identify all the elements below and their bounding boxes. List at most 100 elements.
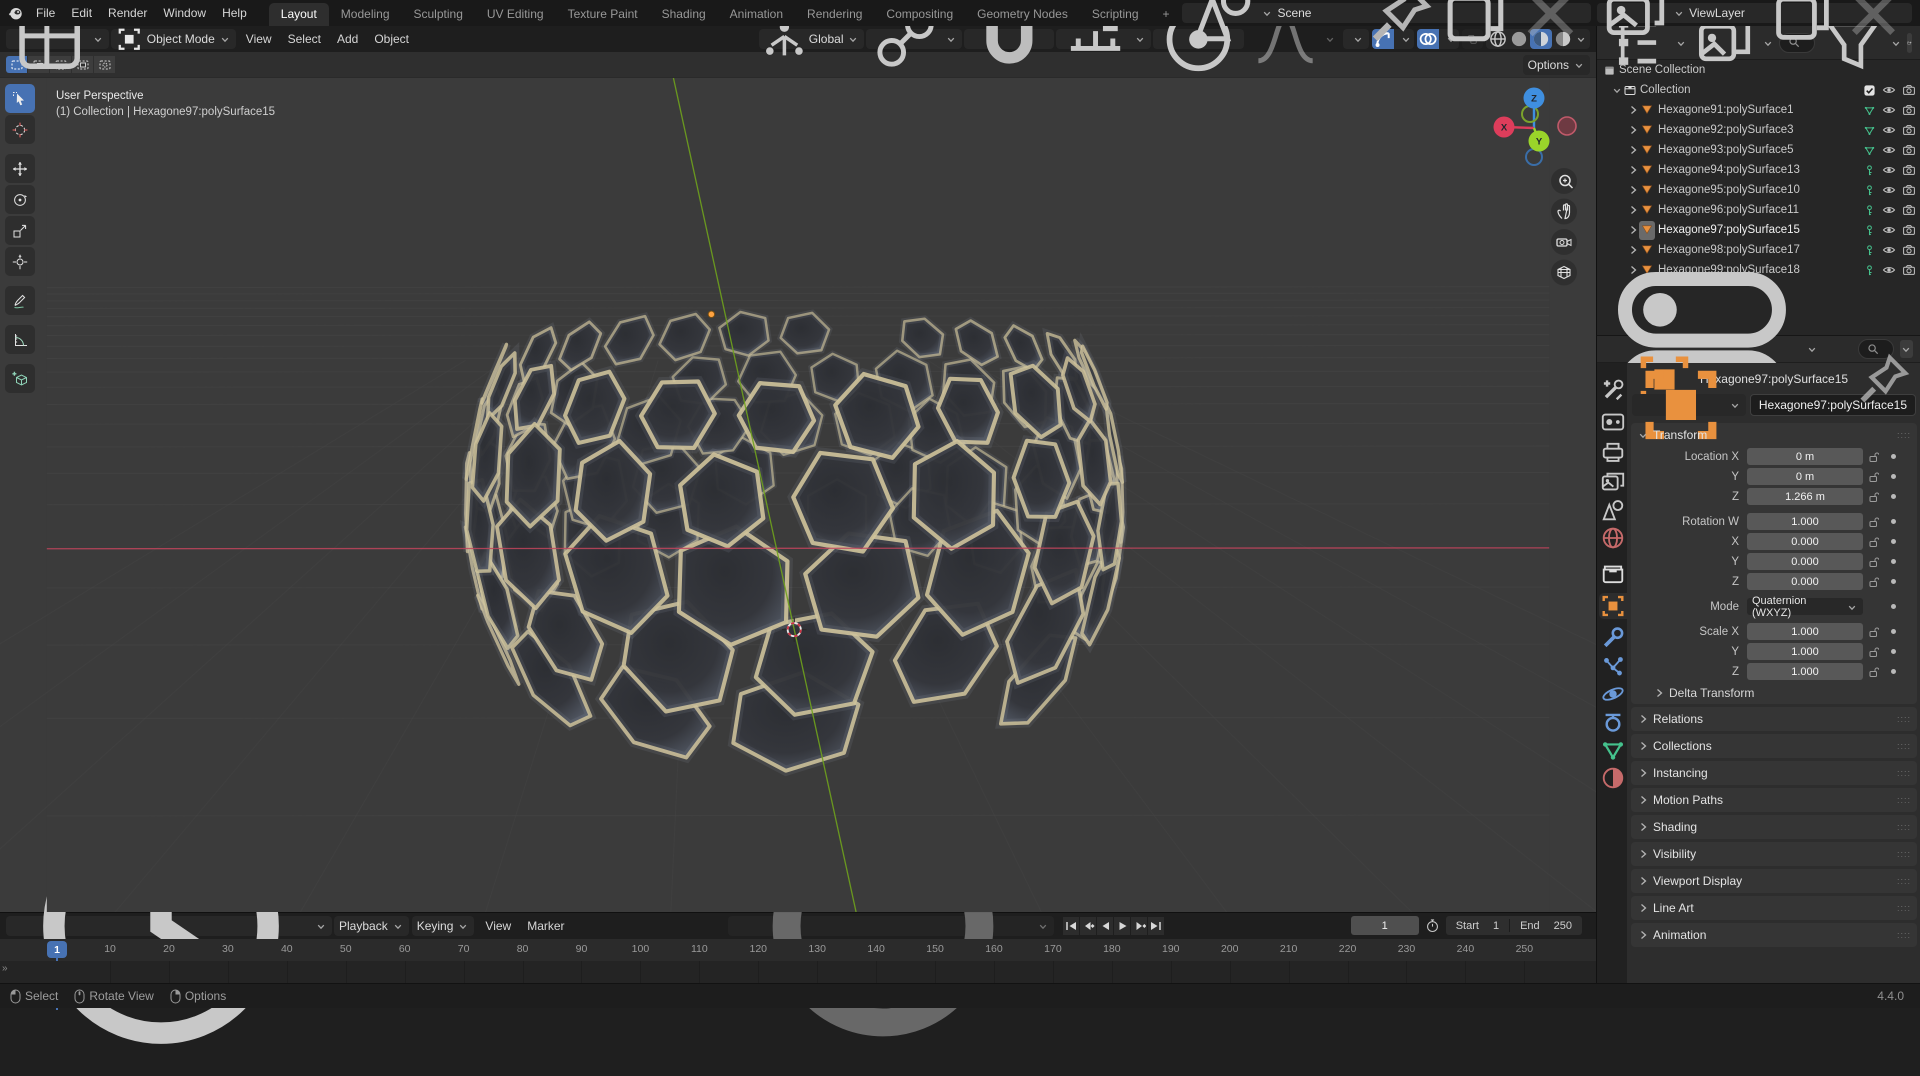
pivot-dropdown[interactable] (866, 29, 961, 49)
unlock-icon[interactable] (1867, 576, 1879, 588)
current-frame-field[interactable]: 1 (1351, 916, 1419, 935)
panel-grip[interactable]: :::: (1897, 741, 1911, 751)
animate-dot[interactable] (1891, 629, 1896, 634)
eye-icon[interactable] (1882, 263, 1896, 277)
camera-icon[interactable] (1902, 83, 1916, 97)
timeline-tracks[interactable]: » (0, 961, 1596, 984)
animate-dot[interactable] (1891, 649, 1896, 654)
animate-dot[interactable] (1891, 604, 1896, 609)
properties-tab-material[interactable] (1599, 765, 1627, 791)
panel-grip[interactable]: :::: (1897, 795, 1911, 805)
tool-rotate-button[interactable] (5, 185, 35, 214)
properties-tab-tool[interactable] (1599, 377, 1627, 403)
properties-tab-object[interactable] (1599, 593, 1627, 619)
tool-transform-button[interactable] (5, 247, 35, 276)
jump-to-end-button[interactable] (1148, 917, 1164, 935)
pin-icon[interactable] (1365, 0, 1436, 48)
tab-compositing[interactable]: Compositing (874, 3, 965, 26)
new-collection-button[interactable] (1907, 33, 1912, 53)
playhead-badge[interactable]: 1 (47, 941, 67, 958)
camera-icon[interactable] (1902, 103, 1916, 117)
eye-icon[interactable] (1882, 183, 1896, 197)
mode-dropdown[interactable]: Object Mode (111, 29, 236, 49)
viewport-menu-select[interactable]: Select (280, 30, 329, 48)
panel-grip[interactable]: :::: (1897, 849, 1911, 859)
play-reverse-button[interactable] (1097, 917, 1113, 935)
duplicate-icon[interactable] (1440, 0, 1511, 48)
tab-texture-paint[interactable]: Texture Paint (556, 3, 650, 26)
tool-select-box-button[interactable] (5, 84, 35, 113)
eye-icon[interactable] (1882, 243, 1896, 257)
menu-window[interactable]: Window (155, 4, 214, 22)
object-name[interactable]: Hexagone91:polySurface1 (1658, 104, 1794, 116)
falloff-dropdown[interactable] (1246, 29, 1341, 49)
panel-header[interactable]: Animation:::: (1631, 923, 1917, 947)
checkbox-checked-icon[interactable] (1863, 84, 1876, 97)
tab-shading[interactable]: Shading (650, 3, 718, 26)
transform-row-value[interactable]: 0 m (1747, 468, 1863, 485)
timeline-menu-view[interactable]: View (477, 917, 519, 935)
panel-grip[interactable]: :::: (1897, 430, 1911, 440)
editor-type-button[interactable] (6, 29, 109, 49)
view-layer-selector[interactable]: ViewLayer (1597, 3, 1912, 23)
panel-grip[interactable]: :::: (1897, 768, 1911, 778)
tool-measure-button[interactable] (5, 325, 35, 354)
panel-header[interactable]: Visibility:::: (1631, 842, 1917, 866)
outliner-row-object[interactable]: Hexagone92:polySurface3 (1597, 120, 1920, 140)
animate-dot[interactable] (1891, 559, 1896, 564)
selected-object-origin[interactable] (708, 311, 714, 317)
panel-grip[interactable]: :::: (1897, 822, 1911, 832)
transform-row-value[interactable]: 1.266 m (1747, 488, 1863, 505)
outliner-row-object[interactable]: Hexagone91:polySurface1 (1597, 100, 1920, 120)
duplicate-icon[interactable] (1769, 0, 1836, 46)
chevron-down-icon[interactable] (1675, 37, 1687, 49)
animate-dot[interactable] (1891, 519, 1896, 524)
navigation-gizmo[interactable]: ZXY (1470, 66, 1596, 306)
chevron-right-icon[interactable] (1627, 224, 1639, 236)
panel-header[interactable]: Motion Paths:::: (1631, 788, 1917, 812)
orthographic-toggle-button[interactable] (1551, 260, 1577, 286)
animate-dot[interactable] (1891, 474, 1896, 479)
tab-geometry-nodes[interactable]: Geometry Nodes (965, 3, 1080, 26)
chevron-right-icon[interactable] (1627, 144, 1639, 156)
panel-header[interactable]: Relations:::: (1631, 707, 1917, 731)
eye-icon[interactable] (1882, 203, 1896, 217)
timeline-editor-type-button[interactable] (6, 916, 332, 936)
unlock-icon[interactable] (1867, 491, 1879, 503)
jump-to-start-button[interactable] (1063, 917, 1079, 935)
view-layer-name[interactable]: ViewLayer (1689, 6, 1765, 20)
camera-icon[interactable] (1902, 183, 1916, 197)
close-icon[interactable] (1840, 0, 1907, 46)
panel-grip[interactable]: :::: (1897, 876, 1911, 886)
axis-x-neg-handle[interactable] (1558, 117, 1576, 135)
pan-view-button[interactable] (1551, 199, 1577, 225)
tool-move-button[interactable] (5, 154, 35, 183)
camera-icon[interactable] (1902, 143, 1916, 157)
tab-rendering[interactable]: Rendering (795, 3, 874, 26)
snap-toggle[interactable] (964, 29, 1055, 49)
tab-uv-editing[interactable]: UV Editing (475, 3, 556, 26)
menu-render[interactable]: Render (100, 4, 155, 22)
timeline-menu-playback[interactable]: Playback (334, 916, 409, 936)
camera-icon[interactable] (1902, 123, 1916, 137)
transform-row-value[interactable]: 0.000 (1747, 533, 1863, 550)
timeline-menu-keying[interactable]: Keying (412, 916, 475, 936)
transform-row-value[interactable]: 1.000 (1747, 513, 1863, 530)
snap-with-dropdown[interactable] (1056, 29, 1151, 49)
tab-scripting[interactable]: Scripting (1080, 3, 1151, 26)
animate-dot[interactable] (1891, 539, 1896, 544)
eye-icon[interactable] (1882, 143, 1896, 157)
eye-icon[interactable] (1882, 163, 1896, 177)
viewport-3d[interactable]: Object Mode ViewSelectAddObject Global (0, 26, 1596, 912)
id-type-chip[interactable] (1632, 394, 1746, 416)
animate-dot[interactable] (1891, 579, 1896, 584)
options-dropdown[interactable]: Options (1523, 55, 1590, 75)
chevron-down-icon[interactable] (1611, 84, 1623, 96)
camera-icon[interactable] (1902, 243, 1916, 257)
sync-dropdown[interactable] (728, 916, 1054, 936)
timeline-ruler[interactable]: 1020304050607080901001101201301401501601… (0, 939, 1596, 961)
pin-icon[interactable] (1854, 350, 1913, 409)
object-name[interactable]: Hexagone92:polySurface3 (1658, 124, 1794, 136)
close-icon[interactable] (1515, 0, 1586, 48)
axis-y-neg-handle[interactable] (1522, 106, 1538, 122)
